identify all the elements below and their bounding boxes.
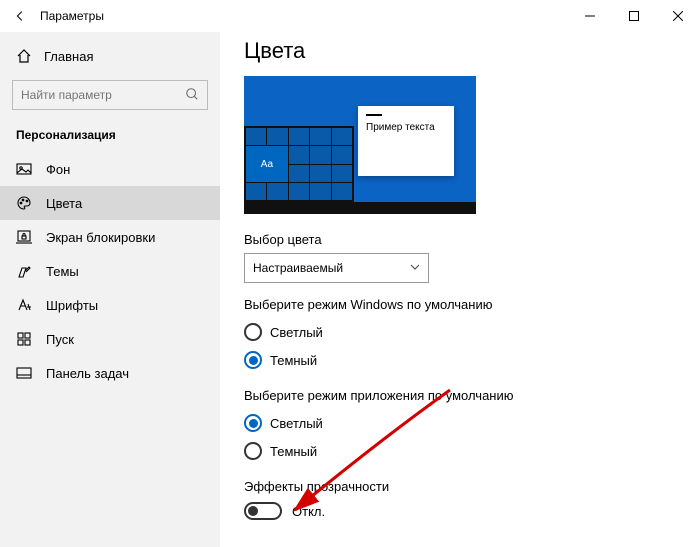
- sidebar-item-lockscreen[interactable]: Экран блокировки: [0, 220, 220, 254]
- app-mode-label: Выберите режим приложения по умолчанию: [244, 388, 676, 403]
- home-link[interactable]: Главная: [0, 40, 220, 72]
- sidebar-item-taskbar[interactable]: Панель задач: [0, 356, 220, 390]
- windows-mode-dark[interactable]: Темный: [244, 346, 676, 374]
- toggle-state: Откл.: [292, 504, 325, 519]
- sidebar-item-label: Пуск: [46, 332, 74, 347]
- radio-icon: [244, 323, 262, 341]
- radio-icon: [244, 442, 262, 460]
- sidebar-item-label: Панель задач: [46, 366, 129, 381]
- sidebar-item-label: Фон: [46, 162, 70, 177]
- start-icon: [16, 331, 32, 347]
- sidebar-item-colors[interactable]: Цвета: [0, 186, 220, 220]
- chevron-down-icon: [410, 261, 420, 275]
- radio-icon: [244, 414, 262, 432]
- radio-label: Светлый: [270, 325, 323, 340]
- main-content: Цвета Aa Пример текста Выбор цвета Настр…: [220, 32, 700, 547]
- sidebar-item-themes[interactable]: Темы: [0, 254, 220, 288]
- home-label: Главная: [44, 49, 93, 64]
- app-mode-light[interactable]: Светлый: [244, 409, 676, 437]
- image-icon: [16, 161, 32, 177]
- preview-window: Пример текста: [358, 106, 454, 176]
- sidebar-item-start[interactable]: Пуск: [0, 322, 220, 356]
- page-title: Цвета: [244, 38, 676, 64]
- search-box[interactable]: [12, 80, 208, 110]
- search-input[interactable]: [21, 88, 185, 102]
- transparency-label: Эффекты прозрачности: [244, 479, 676, 494]
- sidebar-item-label: Цвета: [46, 196, 82, 211]
- home-icon: [16, 48, 32, 64]
- windows-mode-label: Выберите режим Windows по умолчанию: [244, 297, 676, 312]
- search-icon: [185, 87, 199, 104]
- preview-taskbar: [244, 202, 476, 214]
- sidebar-item-label: Экран блокировки: [46, 230, 155, 245]
- dropdown-value: Настраиваемый: [253, 261, 343, 275]
- color-preview: Aa Пример текста: [244, 76, 476, 214]
- sidebar-item-label: Темы: [46, 264, 79, 279]
- lockscreen-icon: [16, 229, 32, 245]
- preview-sample-text: Пример текста: [366, 122, 446, 133]
- fonts-icon: [16, 297, 32, 313]
- maximize-button[interactable]: [612, 0, 656, 32]
- section-header: Персонализация: [0, 124, 220, 152]
- minimize-button[interactable]: [568, 0, 612, 32]
- titlebar: Параметры: [0, 0, 700, 32]
- preview-start-menu: Aa: [244, 126, 354, 202]
- sidebar-item-background[interactable]: Фон: [0, 152, 220, 186]
- radio-label: Светлый: [270, 416, 323, 431]
- sidebar: Главная Персонализация Фон Цвета Экран б…: [0, 32, 220, 547]
- color-choice-label: Выбор цвета: [244, 232, 676, 247]
- sidebar-item-label: Шрифты: [46, 298, 98, 313]
- window-title: Параметры: [40, 9, 104, 23]
- sidebar-item-fonts[interactable]: Шрифты: [0, 288, 220, 322]
- windows-mode-light[interactable]: Светлый: [244, 318, 676, 346]
- radio-label: Темный: [270, 353, 317, 368]
- preview-tile-aa: Aa: [246, 146, 288, 182]
- palette-icon: [16, 195, 32, 211]
- radio-label: Темный: [270, 444, 317, 459]
- taskbar-icon: [16, 365, 32, 381]
- transparency-toggle[interactable]: [244, 502, 282, 520]
- radio-icon: [244, 351, 262, 369]
- back-button[interactable]: [0, 0, 40, 32]
- app-mode-group: Светлый Темный: [244, 409, 676, 465]
- color-choice-dropdown[interactable]: Настраиваемый: [244, 253, 429, 283]
- windows-mode-group: Светлый Темный: [244, 318, 676, 374]
- close-button[interactable]: [656, 0, 700, 32]
- themes-icon: [16, 263, 32, 279]
- app-mode-dark[interactable]: Темный: [244, 437, 676, 465]
